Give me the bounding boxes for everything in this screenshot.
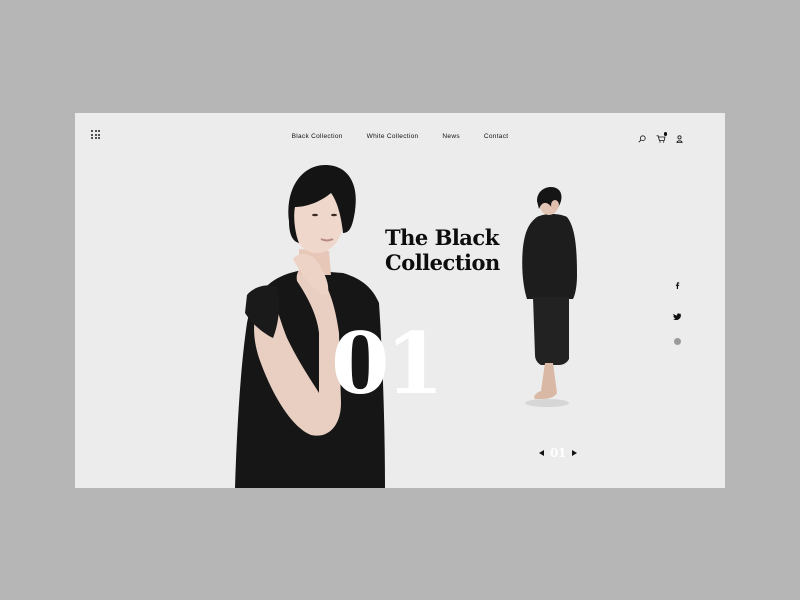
prev-arrow-icon[interactable]: [539, 450, 544, 456]
user-icon[interactable]: [676, 135, 683, 143]
search-icon[interactable]: [638, 135, 646, 143]
nav-item-white-collection[interactable]: White Collection: [367, 133, 419, 140]
nav-item-black-collection[interactable]: Black Collection: [292, 133, 343, 140]
header-icons: [638, 132, 683, 143]
facebook-icon[interactable]: [675, 276, 680, 294]
slide-pager: 01: [539, 447, 577, 459]
social-links: [673, 276, 681, 345]
model-photo-small: [522, 187, 577, 407]
nav-item-contact[interactable]: Contact: [484, 133, 509, 140]
social-indicator-dot[interactable]: [673, 338, 681, 345]
landing-page: Black Collection White Collection News C…: [75, 113, 725, 488]
cart-badge: [663, 132, 667, 136]
collection-number: 01: [331, 314, 444, 413]
next-arrow-icon[interactable]: [571, 450, 577, 456]
nav-item-news[interactable]: News: [442, 133, 459, 140]
collection-title: The Black Collection: [385, 225, 525, 275]
title-line-1: The Black: [385, 225, 499, 250]
pager-number: 01: [550, 446, 566, 460]
cart-icon[interactable]: [656, 132, 667, 143]
title-line-2: Collection: [385, 250, 500, 275]
main-nav: Black Collection White Collection News C…: [75, 133, 725, 140]
twitter-icon[interactable]: [673, 307, 681, 325]
